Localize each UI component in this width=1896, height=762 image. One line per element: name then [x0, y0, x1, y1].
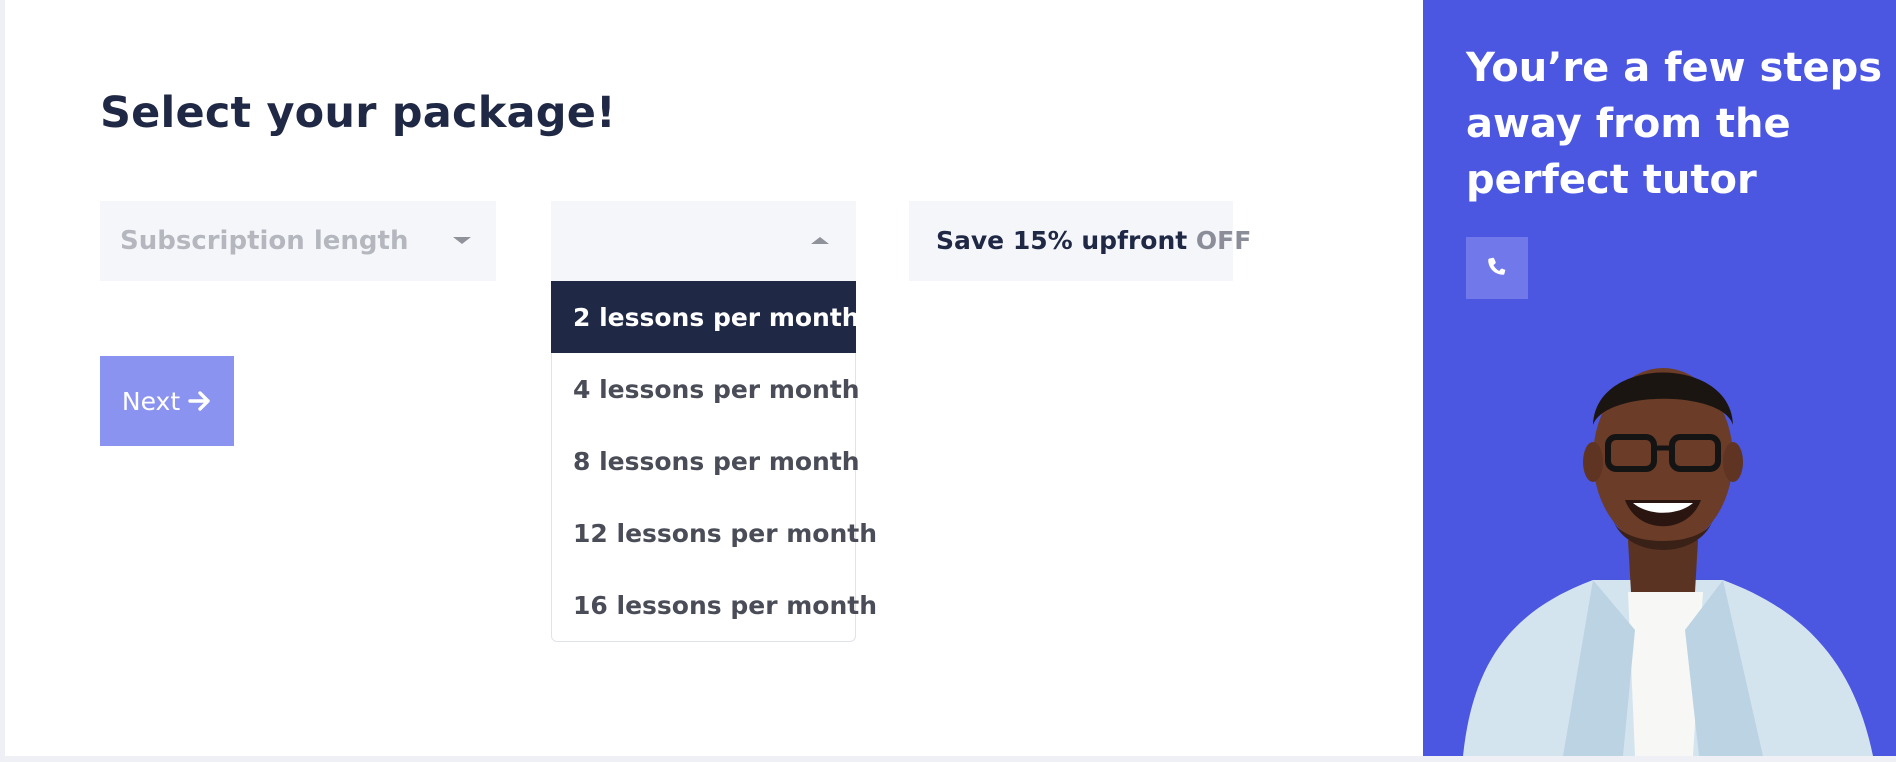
- side-panel: You’re a few steps away from the perfect…: [1423, 0, 1896, 756]
- lessons-dropdown-menu: 2 lessons per month 4 lessons per month …: [551, 281, 877, 642]
- dropdown-option-12-lessons[interactable]: 12 lessons per month: [552, 497, 877, 569]
- side-panel-title: You’re a few steps away from the perfect…: [1466, 45, 1883, 203]
- dropdown-option-8-lessons[interactable]: 8 lessons per month: [552, 425, 860, 497]
- save-upfront-off: OFF: [1195, 226, 1252, 255]
- phone-icon: [1483, 252, 1511, 284]
- caret-down-icon: [453, 237, 471, 244]
- dropdown-option-2-lessons[interactable]: 2 lessons per month: [551, 281, 860, 353]
- tutor-photo: [1423, 330, 1896, 756]
- next-button-label: Next: [121, 386, 181, 416]
- dropdown-option-4-lessons[interactable]: 4 lessons per month: [552, 353, 860, 425]
- save-upfront-option[interactable]: Save 15% upfront OFF: [909, 201, 1251, 281]
- next-button[interactable]: Next: [100, 356, 234, 446]
- page-title: Select your package!: [100, 88, 616, 138]
- save-upfront-label: Save 15% upfront OFF: [936, 226, 1251, 255]
- bottom-strip: [0, 756, 1896, 762]
- phone-button[interactable]: [1466, 237, 1528, 299]
- arrow-right-icon: [188, 390, 212, 412]
- dropdown-option-16-lessons[interactable]: 16 lessons per month: [552, 569, 877, 641]
- save-upfront-text: Save 15% upfront: [936, 226, 1188, 255]
- subscription-length-select[interactable]: Subscription length: [100, 201, 496, 281]
- caret-up-icon: [811, 237, 829, 244]
- lessons-per-month-select[interactable]: [551, 201, 856, 281]
- subscription-length-placeholder: Subscription length: [120, 226, 409, 256]
